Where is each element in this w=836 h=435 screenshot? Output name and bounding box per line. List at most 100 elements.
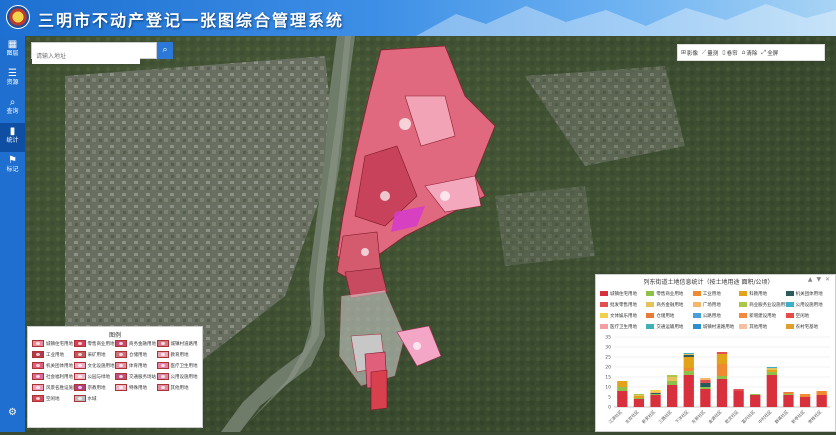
chart-legend-item[interactable]: 城镇住宅用地 [600, 289, 646, 298]
bar-segment [700, 389, 711, 407]
bar-segment [617, 391, 628, 407]
bar-segment [783, 394, 794, 395]
legend-swatch [156, 351, 169, 358]
eraser-icon: ⌂ [741, 49, 746, 56]
legend-swatch [73, 362, 86, 369]
chart-legend-item[interactable]: 交通运输用地 [646, 322, 692, 331]
chart-legend-swatch [692, 313, 701, 318]
bar-segment [617, 381, 628, 387]
bar-segment [733, 391, 744, 407]
settings-icon[interactable]: ⚙ [0, 406, 25, 435]
sidebar-item-marker[interactable]: ⚑ 标记 [0, 152, 25, 181]
bar-segment [650, 395, 661, 407]
chart-legend-label: 其他用地 [749, 324, 768, 330]
chart-legend-item[interactable]: 医疗卫生用地 [600, 322, 646, 331]
search-box[interactable] [31, 42, 157, 64]
swipe-button[interactable]: ▯ 卷帘 [722, 49, 737, 57]
chart-legend-item[interactable]: 机关团体用地 [785, 289, 832, 298]
ruler-icon: ⟋ [702, 48, 707, 56]
bar-segment [750, 395, 761, 407]
y-tick-label: 10 [605, 385, 611, 391]
panel-controls[interactable]: ▲ ▼ ✕ [808, 276, 831, 283]
bar-segment [766, 372, 777, 375]
bar-segment [650, 394, 661, 395]
chart-legend-item[interactable]: 零售商业用地 [646, 289, 692, 298]
sidebar-item-label: 查询 [6, 108, 19, 115]
legend-swatch [73, 395, 86, 402]
sidebar-item-resources[interactable]: ☰ 资源 [0, 65, 25, 94]
bar-segment [700, 380, 711, 383]
panel-title: 列东街道土地信息统计（按土地用途 面积/公顷） [643, 279, 774, 286]
legend-swatch [115, 384, 127, 391]
x-tick-label: 新亭社区 [790, 408, 807, 425]
toolbar-label: 清除 [746, 50, 758, 57]
sidebar-item-query[interactable]: ⌕ 查询 [0, 94, 25, 123]
sidebar-item-layers[interactable]: ▦ 图层 [0, 36, 25, 65]
chart-legend-item[interactable]: 商务金融用地 [646, 300, 692, 309]
legend-label: 宗教用地 [87, 385, 106, 391]
bar-segment [766, 367, 777, 368]
chart-legend-item[interactable]: 城镇村道路用地 [692, 322, 739, 331]
legend-swatch [73, 373, 86, 380]
measure-button[interactable]: ⟋ 量测 [702, 49, 718, 57]
bar-segment [650, 392, 661, 393]
chart-legend-item[interactable]: 商业服务业设施用地 [739, 300, 786, 309]
bar-segment [700, 387, 711, 389]
chart-legend-item[interactable]: 空闲地 [785, 311, 832, 320]
legend-item: 教育用地 [156, 350, 199, 359]
search-icon: ⌕ [9, 97, 16, 108]
chart-legend-item[interactable]: 新增建设用地 [739, 311, 785, 320]
panel-header: 列东街道土地信息统计（按土地用途 面积/公顷） ▲ ▼ ✕ [596, 275, 835, 287]
chart-legend-item[interactable]: 文体娱乐用地 [600, 311, 646, 320]
legend-label: 空闲地 [46, 396, 60, 402]
chart-legend-label: 仓储用地 [656, 313, 675, 319]
chart-legend-item[interactable]: 公路用地 [692, 311, 739, 320]
x-tick-label: 乾龙社区 [723, 408, 740, 425]
legend-item: 采矿用地 [73, 350, 116, 359]
search-button[interactable]: ⌕ [157, 42, 173, 59]
x-tick-label: 群英社区 [773, 408, 790, 425]
bar-segment [716, 379, 728, 407]
chart-legend-item[interactable]: 农村宅基地 [785, 322, 832, 331]
legend-swatch [156, 362, 169, 369]
legend-swatch [115, 340, 127, 347]
chart-legend-swatch [646, 324, 655, 329]
x-tick-label: 三路社区 [657, 408, 674, 425]
legend-label: 水域 [87, 396, 97, 402]
legend-swatch [156, 384, 169, 391]
bar-segment [683, 375, 694, 407]
bar-segment [816, 391, 827, 395]
chart-legend-item[interactable]: 仓储用地 [646, 311, 692, 320]
imagery-button[interactable]: ⊞ 影像 [681, 49, 698, 57]
x-tick-label: 东新社区 [690, 408, 707, 425]
x-tick-label: 下洋社区 [673, 408, 690, 425]
legend-label: 交通服务场站 [129, 374, 156, 380]
chart-legend-swatch [692, 302, 701, 307]
chart-legend-label: 交通运输用地 [656, 324, 684, 330]
y-tick-label: 20 [605, 365, 611, 371]
toolbar-label: 量测 [707, 50, 719, 57]
chart-legend-item[interactable]: 公用设施用地 [785, 300, 832, 309]
search-input[interactable] [32, 49, 140, 64]
chart-legend-label: 科教用地 [749, 291, 768, 297]
map-toolbar: ⊞ 影像 ⟋ 量测 ▯ 卷帘 ⌂ 清除 ⤢ 全屏 [677, 44, 825, 61]
chart-legend-item[interactable]: 广场用地 [692, 300, 739, 309]
fullscreen-button[interactable]: ⤢ 全屏 [761, 49, 778, 57]
sidebar-item-label: 图层 [6, 50, 19, 57]
bar-segment [683, 368, 694, 371]
clear-button[interactable]: ⌂ 清除 [742, 49, 758, 57]
legend-item: 公园与绿地 [73, 372, 116, 381]
chart-legend-item[interactable]: 工业用地 [692, 289, 739, 298]
chart-legend-swatch [600, 313, 608, 318]
bar-segment [700, 383, 711, 387]
legend-swatch [73, 384, 86, 391]
legend-item: 城镇村道路用地 [156, 339, 198, 348]
sidebar-item-statistics[interactable]: ▮ 统计 [0, 123, 25, 152]
chart-legend-item[interactable]: 其他用地 [739, 322, 785, 331]
legend-label: 体育用地 [129, 363, 147, 369]
legend-label: 风景名胜设施用地 [46, 385, 74, 391]
chart-legend-item[interactable]: 批发零售用地 [600, 300, 646, 309]
bar-segment [633, 399, 645, 407]
chart-legend-item[interactable]: 科教用地 [739, 289, 785, 298]
legend-swatch [32, 395, 44, 402]
